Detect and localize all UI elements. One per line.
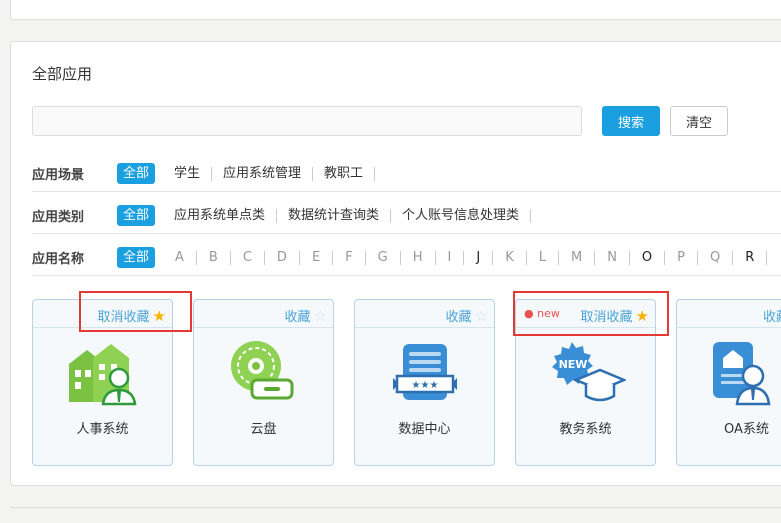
favorite-toggle[interactable]: 收藏 ☆	[285, 306, 327, 325]
filter-letter-i[interactable]: I	[436, 250, 465, 265]
favorite-toggle[interactable]: 收藏 ☆	[446, 306, 488, 325]
bottom-divider	[10, 507, 781, 523]
filter-letter-e[interactable]: E	[300, 250, 334, 265]
filter-category-sso[interactable]: 应用系统单点类	[163, 208, 278, 223]
app-name: 人事系统	[76, 422, 129, 437]
filter-name-all[interactable]: 全部	[117, 247, 156, 268]
filter-letter-a[interactable]: A	[163, 250, 197, 265]
filter-letter-g[interactable]: G	[366, 250, 401, 265]
filter-letter-h[interactable]: H	[401, 250, 436, 265]
app-name: 云盘	[250, 422, 277, 437]
search-button[interactable]: 搜索	[602, 106, 660, 136]
svg-text:★★★: ★★★	[412, 380, 439, 391]
filter-letter-f[interactable]: F	[333, 250, 366, 265]
filter-row-name: 应用名称 全部 A B C D E F G H I J K L M N O P …	[32, 240, 781, 276]
filter-label-scene: 应用场景	[32, 168, 85, 183]
filter-scene-system-admin[interactable]: 应用系统管理	[212, 166, 314, 181]
oa-system-icon	[713, 342, 771, 406]
filter-letter-m[interactable]: M	[559, 250, 596, 265]
highlight-box-academic-fav	[513, 291, 669, 336]
all-apps-panel: 全部应用 搜索 清空 应用场景 全部 学生 应用系统管理 教职工 应用类别 全部…	[10, 41, 781, 486]
filter-category-all[interactable]: 全部	[117, 205, 156, 226]
filter-row-scene: 应用场景 全部 学生 应用系统管理 教职工	[32, 156, 781, 192]
star-outline-icon: ☆	[313, 306, 327, 325]
filter-letter-k[interactable]: K	[493, 250, 527, 265]
filter-letter-d[interactable]: D	[265, 250, 300, 265]
search-input[interactable]	[32, 106, 582, 136]
app-name: 教务系统	[559, 422, 612, 437]
fav-label: 收藏	[445, 310, 472, 325]
app-card-oa[interactable]: 收藏 OA系统	[676, 299, 781, 466]
top-panel	[10, 0, 781, 20]
highlight-box-hr-fav	[79, 291, 192, 332]
filter-letter-c[interactable]: C	[231, 250, 265, 265]
filter-letter-j[interactable]: J	[464, 250, 494, 265]
filter-letter-o[interactable]: O	[630, 250, 666, 265]
app-card-data-center[interactable]: 收藏 ☆ ★★★ 数据中心	[354, 299, 495, 466]
filter-letter-r[interactable]: R	[733, 250, 768, 265]
app-name: OA系统	[724, 422, 769, 437]
favorite-toggle[interactable]: 收藏	[763, 306, 781, 325]
filter-label-name: 应用名称	[32, 252, 85, 267]
filter-label-category: 应用类别	[32, 210, 85, 225]
filter-category-account[interactable]: 个人账号信息处理类	[391, 208, 532, 223]
fav-label: 收藏	[284, 310, 311, 325]
academic-system-icon: NEW	[552, 342, 626, 402]
app-card-cloud-disk[interactable]: 收藏 ☆ 云盘	[193, 299, 334, 466]
filter-category-stats[interactable]: 数据统计查询类	[277, 208, 392, 223]
filter-letter-p[interactable]: P	[665, 250, 698, 265]
filter-letter-q[interactable]: Q	[698, 250, 734, 265]
data-center-icon: ★★★	[393, 344, 457, 400]
filter-scene-all[interactable]: 全部	[117, 163, 156, 184]
fav-label: 收藏	[763, 310, 781, 325]
filter-row-category: 应用类别 全部 应用系统单点类 数据统计查询类 个人账号信息处理类	[32, 198, 781, 234]
filter-scene-student[interactable]: 学生	[163, 166, 213, 181]
cloud-disk-icon	[231, 341, 294, 400]
filter-letter-l[interactable]: L	[527, 250, 559, 265]
section-title: 全部应用	[32, 65, 93, 83]
filter-scene-staff[interactable]: 教职工	[313, 166, 376, 181]
app-name: 数据中心	[398, 422, 451, 437]
filter-letter-b[interactable]: B	[197, 250, 231, 265]
svg-text:NEW: NEW	[559, 358, 588, 371]
filter-letter-n[interactable]: N	[595, 250, 630, 265]
hr-system-icon	[69, 344, 137, 406]
clear-button[interactable]: 清空	[670, 106, 728, 136]
star-outline-icon: ☆	[474, 306, 488, 325]
